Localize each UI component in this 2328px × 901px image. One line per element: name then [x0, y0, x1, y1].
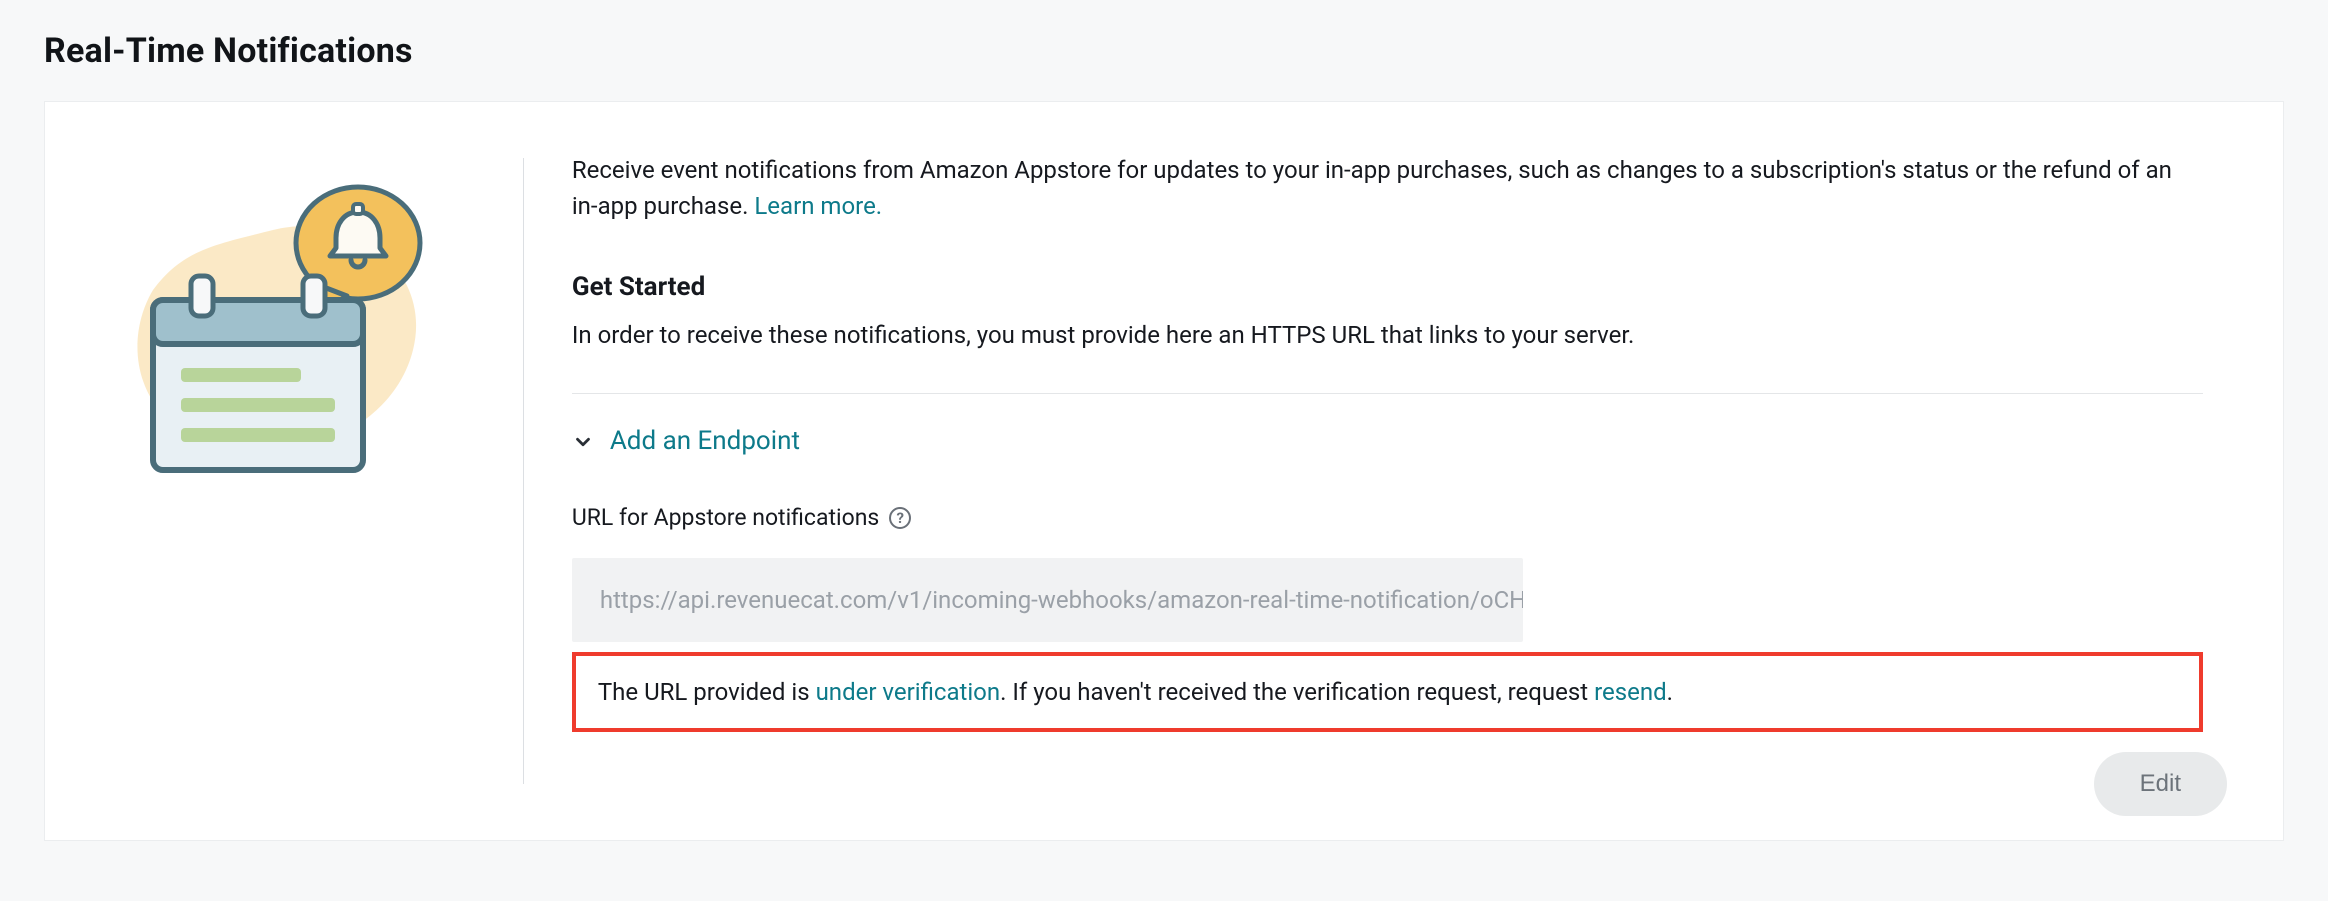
get-started-description: In order to receive these notifications,…	[572, 317, 2203, 353]
status-prefix: The URL provided is	[598, 678, 816, 706]
add-endpoint-expander[interactable]: Add an Endpoint	[572, 422, 2203, 461]
edit-button[interactable]: Edit	[2094, 752, 2227, 816]
resend-link[interactable]: resend	[1594, 678, 1667, 706]
section-divider	[572, 393, 2203, 394]
help-icon[interactable]: ?	[889, 507, 911, 529]
url-field-label: URL for Appstore notifications	[572, 501, 879, 536]
under-verification-link[interactable]: under verification	[816, 678, 1001, 706]
notifications-panel: Receive event notifications from Amazon …	[44, 101, 2284, 841]
content-area: Receive event notifications from Amazon …	[572, 158, 2227, 784]
intro-text: Receive event notifications from Amazon …	[572, 152, 2203, 224]
status-suffix: .	[1667, 678, 1673, 706]
status-middle: . If you haven't received the verificati…	[1000, 678, 1594, 706]
get-started-heading: Get Started	[572, 268, 2203, 307]
notification-calendar-illustration	[93, 158, 483, 784]
page-title: Real-Time Notifications	[44, 26, 2284, 77]
url-field: https://api.revenuecat.com/v1/incoming-w…	[572, 558, 1523, 642]
verification-status: The URL provided is under verification. …	[572, 652, 2203, 732]
chevron-down-icon	[572, 431, 594, 453]
add-endpoint-label: Add an Endpoint	[610, 422, 800, 461]
learn-more-link[interactable]: Learn more.	[754, 192, 882, 220]
vertical-divider	[523, 158, 524, 784]
